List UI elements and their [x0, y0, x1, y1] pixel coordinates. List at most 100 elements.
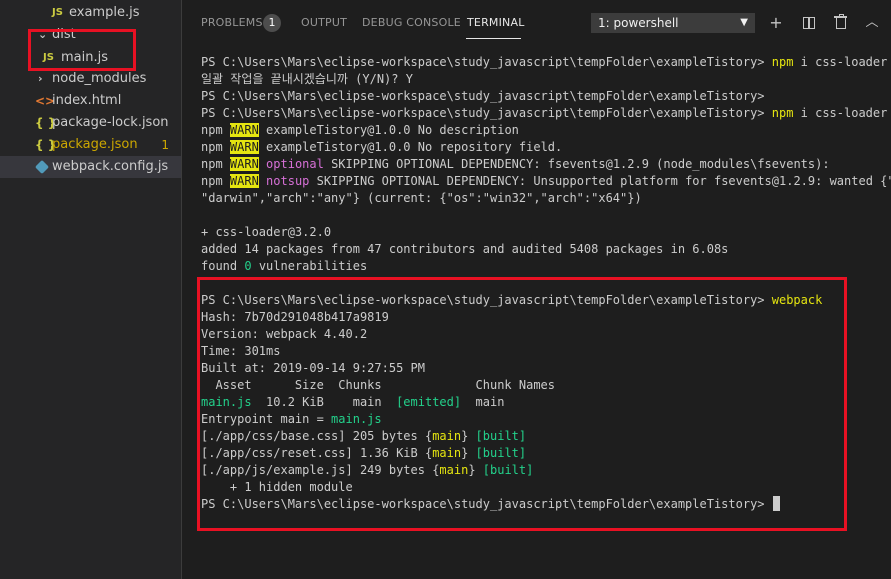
chevron-down-icon: ⌄: [38, 28, 48, 41]
folder-label: node_modules: [52, 71, 147, 86]
folder-node-modules[interactable]: › node_modules: [0, 68, 181, 90]
terminal-text: npm: [201, 123, 230, 137]
terminal-text: [built]: [482, 463, 534, 477]
terminal-text: Entrypoint main =: [201, 412, 332, 426]
terminal-text: npm: [201, 157, 230, 171]
terminal-text: WARN: [229, 123, 259, 137]
terminal-output[interactable]: PS C:\Users\Mars\eclipse-workspace\study…: [201, 54, 891, 554]
terminal-text: + css-loader@3.2.0: [201, 225, 332, 239]
terminal-text: Asset Size Chunks Chunk Names: [201, 378, 556, 392]
trash-icon: [834, 14, 847, 29]
terminal-line: "darwin","arch":"any"} (current: {"os":"…: [201, 190, 642, 207]
terminal-line: main.js 10.2 KiB main [emitted] main: [201, 394, 504, 411]
terminal-text: main: [461, 395, 505, 409]
tab-terminal[interactable]: TERMINAL: [467, 16, 525, 30]
terminal-text: WARN: [229, 174, 259, 188]
terminal-line: added 14 packages from 47 contributors a…: [201, 241, 728, 258]
terminal-text: }: [461, 429, 476, 443]
terminal-text: found: [201, 259, 245, 273]
terminal-text: exampleTistory@1.0.0 No repository field…: [258, 140, 563, 154]
terminal-line: 일괄 작업을 끝내시겠습니까 (Y/N)? Y: [201, 71, 413, 88]
terminal-text: 10.2 KiB main: [251, 395, 397, 409]
tab-problems[interactable]: PROBLEMS: [201, 16, 263, 30]
file-main-js[interactable]: JS main.js: [0, 47, 181, 69]
terminal-line: PS C:\Users\Mars\eclipse-workspace\study…: [201, 292, 822, 309]
terminal-text: + 1 hidden module: [201, 480, 353, 494]
split-terminal-button[interactable]: [799, 12, 819, 34]
terminal-text: main: [439, 463, 469, 477]
terminal-text: "darwin","arch":"any"} (current: {"os":"…: [201, 191, 642, 205]
tab-debug-console[interactable]: DEBUG CONSOLE: [362, 16, 461, 30]
terminal-line: PS C:\Users\Mars\eclipse-workspace\study…: [201, 105, 891, 122]
folder-label: dist: [52, 27, 76, 42]
file-package-lock-json[interactable]: { } package-lock.json: [0, 112, 181, 134]
file-label: main.js: [61, 50, 108, 65]
terminal-text: [./app/css/base.css] 205 bytes {: [201, 429, 433, 443]
terminal-shell-select[interactable]: 1: powershell ▼: [591, 13, 755, 33]
terminal-text: [built]: [475, 429, 527, 443]
terminal-line: Time: 301ms: [201, 343, 280, 360]
file-package-json[interactable]: { } package.json 1: [0, 134, 181, 156]
new-terminal-button[interactable]: +: [766, 12, 786, 34]
terminal-text: main.js: [201, 395, 252, 409]
terminal-text: [emitted]: [396, 395, 462, 409]
terminal-text: main: [432, 446, 462, 460]
terminal-text: main: [432, 429, 462, 443]
terminal-text: Hash: 7b70d291048b417a9819: [201, 310, 389, 324]
terminal-text: PS C:\Users\Mars\eclipse-workspace\study…: [201, 497, 772, 511]
terminal-text: [./app/css/reset.css] 1.36 KiB {: [201, 446, 433, 460]
terminal-line: + css-loader@3.2.0: [201, 224, 331, 241]
javascript-file-icon: JS: [52, 7, 63, 18]
terminal-line: Built at: 2019-09-14 9:27:55 PM: [201, 360, 425, 377]
terminal-text: [built]: [475, 446, 527, 460]
folder-dist[interactable]: ⌄ dist: [0, 24, 181, 46]
terminal-text: WARN: [229, 157, 259, 171]
terminal-line: [./app/css/base.css] 205 bytes {main} [b…: [201, 428, 526, 445]
terminal-text: npm: [771, 55, 794, 69]
file-index-html[interactable]: <> index.html: [0, 90, 181, 112]
terminal-text: Built at: 2019-09-14 9:27:55 PM: [201, 361, 425, 375]
terminal-text: notsup: [266, 174, 310, 188]
dropdown-caret-icon: ▼: [740, 17, 748, 28]
terminal-text: SKIPPING OPTIONAL DEPENDENCY: fsevents@1…: [323, 157, 830, 171]
panel-header: PROBLEMS 1 OUTPUT DEBUG CONSOLE TERMINAL…: [182, 0, 891, 46]
terminal-text: optional: [266, 157, 324, 171]
file-example-js[interactable]: JS example.js: [0, 2, 181, 24]
terminal-cursor: [772, 496, 780, 511]
terminal-text: exampleTistory@1.0.0 No description: [258, 123, 519, 137]
terminal-text: webpack: [771, 293, 823, 307]
terminal-text: Time: 301ms: [201, 344, 281, 358]
terminal-line: npm WARN notsup SKIPPING OPTIONAL DEPEND…: [201, 173, 891, 190]
file-label: package.json: [52, 137, 138, 152]
terminal-text: npm: [201, 140, 230, 154]
shell-select-value: 1: powershell: [598, 16, 679, 30]
terminal-text: PS C:\Users\Mars\eclipse-workspace\study…: [201, 55, 772, 69]
chevron-up-icon: ︿: [865, 15, 879, 30]
terminal-line: Entrypoint main = main.js: [201, 411, 382, 428]
terminal-text: }: [461, 446, 476, 460]
terminal-line: Version: webpack 4.40.2: [201, 326, 367, 343]
terminal-text: 0: [244, 259, 252, 273]
tab-output[interactable]: OUTPUT: [301, 16, 347, 30]
kill-terminal-button[interactable]: [831, 12, 851, 34]
chevron-right-icon: ›: [38, 72, 43, 85]
terminal-text: PS C:\Users\Mars\eclipse-workspace\study…: [201, 106, 772, 120]
terminal-line: npm WARN exampleTistory@1.0.0 No descrip…: [201, 122, 519, 139]
terminal-line: + 1 hidden module: [201, 479, 353, 496]
terminal-text: npm: [201, 174, 230, 188]
terminal-line: Hash: 7b70d291048b417a9819: [201, 309, 389, 326]
terminal-text: }: [468, 463, 483, 477]
terminal-text: SKIPPING OPTIONAL DEPENDENCY: Unsupporte…: [309, 174, 891, 188]
maximize-panel-button[interactable]: ︿: [862, 12, 882, 34]
split-icon: [803, 17, 815, 29]
terminal-line: npm WARN exampleTistory@1.0.0 No reposit…: [201, 139, 562, 156]
terminal-text: added 14 packages from 47 contributors a…: [201, 242, 729, 256]
problems-count-badge: 1: [263, 14, 281, 32]
file-webpack-config-js[interactable]: webpack.config.js: [0, 156, 181, 178]
terminal-text: vulnerabilities: [251, 259, 368, 273]
active-tab-indicator: [466, 38, 521, 39]
problem-count-badge: 1: [161, 138, 169, 152]
terminal-line: PS C:\Users\Mars\eclipse-workspace\study…: [201, 88, 765, 105]
add-icon: +: [769, 13, 783, 32]
